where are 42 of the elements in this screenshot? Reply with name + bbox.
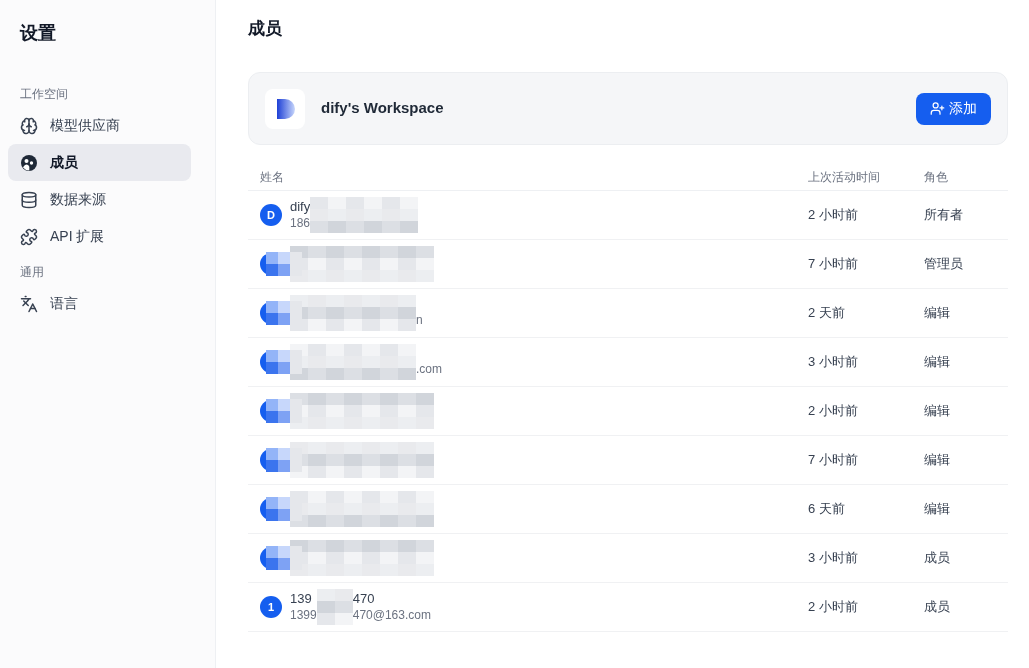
last-active-time: 3 小时前: [808, 549, 859, 568]
avatar: D: [260, 204, 282, 226]
sidebar-item[interactable]: API 扩展: [8, 218, 191, 255]
member-email: 186: [290, 215, 311, 231]
column-header: 角色: [924, 168, 949, 186]
member-email: n: [416, 312, 423, 329]
group-label: 工作空间: [19, 86, 69, 103]
avatar: 1: [260, 596, 282, 618]
last-active-time: 2 小时前: [808, 206, 859, 225]
member-name: dify: [290, 199, 311, 216]
member-email: 1399: [290, 607, 317, 623]
member-email: .com: [416, 361, 442, 378]
add-member-button[interactable]: 添加: [916, 92, 991, 125]
last-active-time: 2 天前: [808, 304, 846, 323]
member-role: 编辑: [924, 500, 951, 519]
member-role: 编辑: [924, 451, 951, 470]
sidebar-item[interactable]: 语言: [8, 285, 191, 322]
group-label: 通用: [19, 264, 45, 281]
member-name: 139: [290, 591, 313, 608]
page-title: 成员: [248, 18, 283, 40]
member-role: 管理员: [924, 255, 964, 274]
column-header: 姓名: [259, 168, 285, 186]
member-role: 成员: [924, 598, 951, 617]
last-active-time: 7 小时前: [808, 255, 859, 274]
member-email: 470@163.com: [352, 607, 431, 623]
member-role: 所有者: [924, 206, 964, 225]
member-name: 470: [352, 591, 376, 608]
sidebar-item[interactable]: 成员: [8, 144, 191, 181]
column-header: 上次活动时间: [808, 168, 881, 186]
sidebar-item[interactable]: 模型供应商: [8, 107, 191, 144]
last-active-time: 7 小时前: [808, 451, 859, 470]
workspace-name: dify's Workspace: [321, 98, 445, 119]
member-role: 成员: [924, 549, 951, 568]
sidebar-item[interactable]: 数据来源: [8, 181, 191, 218]
member-role: 编辑: [924, 353, 951, 372]
last-active-time: 2 小时前: [808, 402, 859, 421]
last-active-time: 2 小时前: [808, 598, 859, 617]
sidebar-title: 设置: [18, 22, 57, 45]
last-active-time: 3 小时前: [808, 353, 859, 372]
member-role: 编辑: [924, 402, 951, 421]
last-active-time: 6 天前: [808, 500, 846, 519]
member-role: 编辑: [924, 304, 951, 323]
